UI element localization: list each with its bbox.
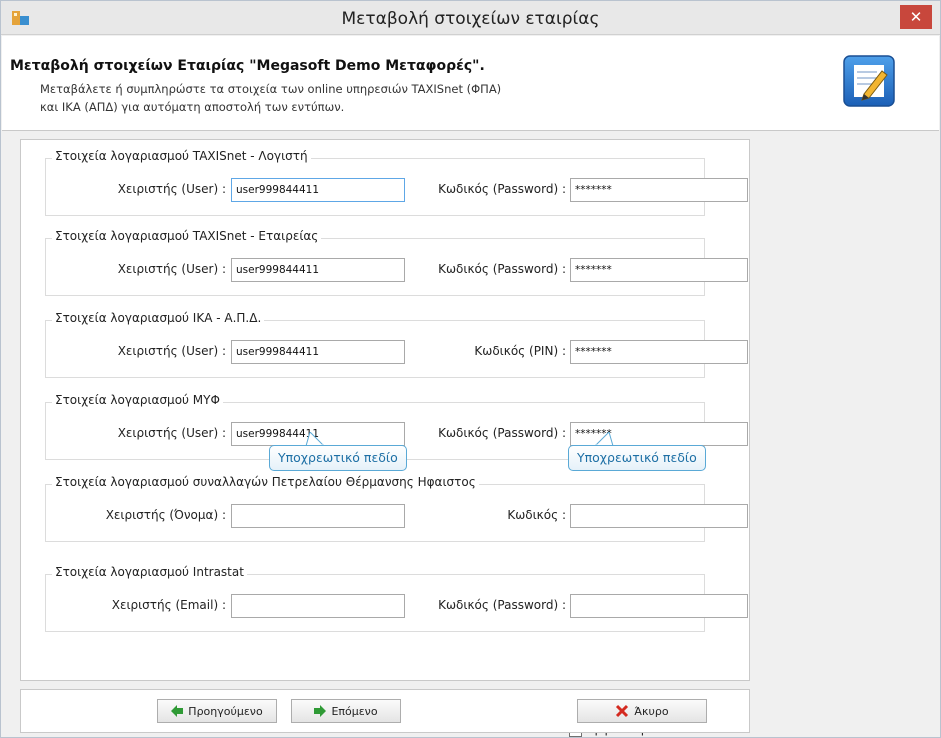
cancel-button[interactable]: Άκυρο — [577, 699, 707, 723]
group-title: Στοιχεία λογαριασμού TAXISnet - Εταιρεία… — [52, 229, 322, 243]
previous-label: Προηγούμενο — [188, 704, 263, 718]
user-field[interactable] — [231, 504, 405, 528]
group-intrastat: Στοιχεία λογαριασμού Intrastat Χειριστής… — [45, 565, 748, 632]
edit-note-icon — [843, 55, 895, 107]
pin-field[interactable]: ******* — [570, 340, 748, 364]
arrow-right-icon — [314, 705, 327, 717]
user-field[interactable]: user999844411 — [231, 340, 405, 364]
tooltip-pointer — [594, 432, 614, 446]
user-label: Χειριστής (User) : — [117, 426, 226, 440]
group-heating-oil: Στοιχεία λογαριασμού συναλλαγών Πετρελαί… — [45, 475, 748, 542]
password-label: Κωδικός (Password) : — [438, 182, 566, 196]
password-field[interactable] — [570, 594, 748, 618]
user-label: Χειριστής (Όνομα) : — [105, 508, 226, 522]
cancel-label: Άκυρο — [634, 704, 669, 718]
group-taxisnet-company: Στοιχεία λογαριασμού TAXISnet - Εταιρεία… — [45, 229, 748, 296]
user-label: Χειριστής (User) : — [117, 182, 226, 196]
form-panel: Στοιχεία λογαριασμού TAXISnet - Λογιστή … — [20, 139, 750, 737]
header-description-line2: και ΙΚΑ (ΑΠΔ) για αυτόματη αποστολή των … — [40, 100, 345, 114]
group-taxisnet-accountant: Στοιχεία λογαριασμού TAXISnet - Λογιστή … — [45, 149, 748, 216]
close-button[interactable]: ✕ — [900, 5, 932, 29]
user-field[interactable]: user999844411 — [231, 178, 405, 202]
required-field-tooltip: Υποχρεωτικό πεδίο — [568, 445, 706, 471]
arrow-left-icon — [171, 705, 184, 717]
group-title: Στοιχεία λογαριασμού συναλλαγών Πετρελαί… — [52, 475, 479, 489]
user-field[interactable]: user999844411 — [231, 258, 405, 282]
password-field[interactable] — [570, 504, 748, 528]
next-button[interactable]: Επόμενο — [291, 699, 401, 723]
title-bar[interactable]: Μεταβολή στοιχείων εταιρίας ✕ — [1, 1, 940, 35]
user-label: Χειριστής (User) : — [117, 262, 226, 276]
group-title: Στοιχεία λογαριασμού ΜΥΦ — [52, 393, 223, 407]
dialog-window: Μεταβολή στοιχείων εταιρίας ✕ Μεταβολή σ… — [0, 0, 941, 738]
group-title: Στοιχεία λογαριασμού Intrastat — [52, 565, 247, 579]
required-field-tooltip: Υποχρεωτικό πεδίο — [269, 445, 407, 471]
button-bar: Προηγούμενο Επόμενο Άκυρο — [20, 689, 750, 733]
next-label: Επόμενο — [331, 704, 378, 718]
header-title: Μεταβολή στοιχείων Εταιρίας "Megasoft De… — [10, 58, 485, 74]
group-ika-apd: Στοιχεία λογαριασμού ΙΚΑ - Α.Π.Δ. Χειρισ… — [45, 311, 748, 378]
header-description-line1: Μεταβάλετε ή συμπληρώστε τα στοιχεία των… — [40, 82, 502, 96]
user-label: Χειριστής (User) : — [117, 344, 226, 358]
previous-button[interactable]: Προηγούμενο — [157, 699, 277, 723]
password-label: Κωδικός (Password) : — [438, 262, 566, 276]
close-x-icon — [616, 704, 629, 718]
user-label: Χειριστής (Email) : — [111, 598, 226, 612]
group-title: Στοιχεία λογαριασμού ΙΚΑ - Α.Π.Δ. — [52, 311, 265, 325]
pin-label: Κωδικός (PIN) : — [474, 344, 566, 358]
group-title: Στοιχεία λογαριασμού TAXISnet - Λογιστή — [52, 149, 311, 163]
window-title: Μεταβολή στοιχείων εταιρίας — [341, 9, 600, 29]
password-label: Κωδικός : — [507, 508, 566, 522]
user-field[interactable] — [231, 594, 405, 618]
dialog-header: Μεταβολή στοιχείων Εταιρίας "Megasoft De… — [2, 36, 939, 131]
password-label: Κωδικός (Password) : — [438, 598, 566, 612]
password-field[interactable]: ******* — [570, 258, 748, 282]
password-label: Κωδικός (Password) : — [438, 426, 566, 440]
tooltip-pointer — [305, 432, 325, 446]
password-field[interactable]: ******* — [570, 178, 748, 202]
